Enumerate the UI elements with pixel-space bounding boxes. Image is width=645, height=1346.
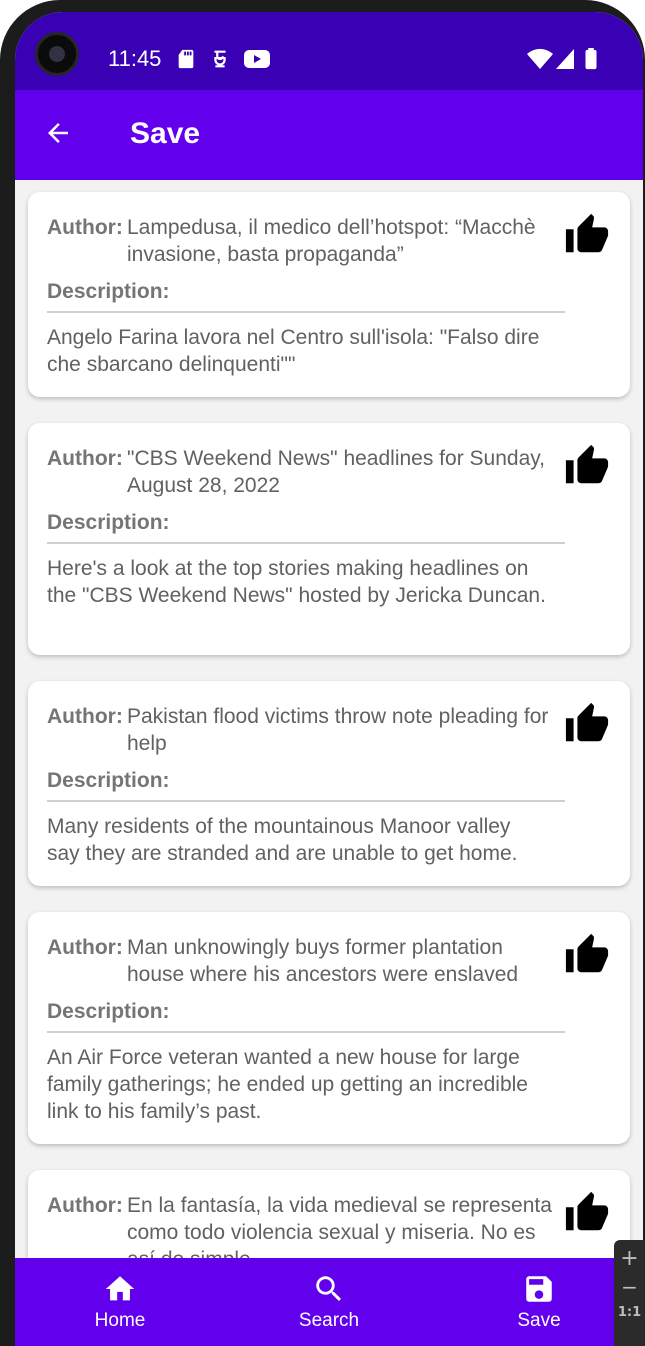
author-value: Pakistan flood victims throw note pleadi…	[127, 705, 549, 755]
author-label: Author:	[47, 447, 123, 470]
author-label: Author:	[47, 936, 123, 959]
wifi-icon	[527, 48, 553, 69]
author-row: Author: En la fantasía, la vida medieval…	[47, 1192, 565, 1260]
arrow-back-icon[interactable]	[43, 118, 73, 148]
description-label: Description:	[47, 280, 170, 303]
description-value: An Air Force veteran wanted a new house …	[47, 1046, 528, 1123]
author-value: Lampedusa, il medico dell’hotspot: “Macc…	[127, 216, 536, 266]
camera-cutout	[35, 32, 79, 76]
article-content: Author: En la fantasía, la vida medieval…	[47, 1192, 565, 1260]
search-icon	[316, 1276, 342, 1302]
zoom-ratio-label[interactable]: 1:1	[614, 1305, 645, 1320]
thumb-up-icon[interactable]	[562, 701, 612, 747]
nav-item-home[interactable]: Home	[55, 1272, 185, 1332]
article-content: Author: Man unknowingly buys former plan…	[47, 934, 565, 1125]
zoom-in-button[interactable]: +	[614, 1246, 645, 1271]
page-title: Save	[130, 117, 201, 150]
nav-label-save: Save	[517, 1310, 561, 1331]
youtube-icon	[244, 50, 270, 68]
zoom-control[interactable]: + − 1:1	[614, 1240, 645, 1346]
author-row: Author: Lampedusa, il medico dell’hotspo…	[47, 214, 565, 268]
article-content: Author: Pakistan flood victims throw not…	[47, 703, 565, 867]
description-value: Here's a look at the top stories making …	[47, 557, 546, 607]
description-label: Description:	[47, 1000, 170, 1023]
home-icon	[105, 1276, 135, 1301]
thumb-up-icon[interactable]	[562, 443, 612, 489]
article-card[interactable]: Author: Lampedusa, il medico dell’hotspo…	[28, 192, 630, 397]
article-card[interactable]: Author: Pakistan flood victims throw not…	[28, 681, 630, 886]
battery-icon	[585, 48, 597, 70]
signal-icon	[556, 49, 574, 69]
thumb-up-icon[interactable]	[562, 212, 612, 258]
author-value: Man unknowingly buys former plantation h…	[127, 936, 519, 986]
app-bar: Save	[15, 90, 643, 180]
divider	[47, 800, 565, 802]
status-time: 11:45	[108, 46, 162, 71]
device-frame: 11:45 Save Author: Lampedusa, il medico …	[0, 0, 645, 1346]
description-label: Description:	[47, 511, 170, 534]
author-value: En la fantasía, la vida medieval se repr…	[127, 1194, 552, 1260]
nav-label-home: Home	[94, 1310, 146, 1331]
debug-icon	[214, 50, 226, 68]
author-label: Author:	[47, 705, 123, 728]
save-icon	[526, 1276, 552, 1302]
phone-screen: 11:45 Save Author: Lampedusa, il medico …	[15, 12, 643, 1346]
article-card[interactable]: Author: Man unknowingly buys former plan…	[28, 912, 630, 1144]
bottom-navigation: Home Search Save	[15, 1258, 643, 1346]
description-label: Description:	[47, 769, 170, 792]
description-value: Angelo Farina lavora nel Centro sull'iso…	[47, 326, 540, 376]
sd-card-icon	[178, 49, 194, 69]
nav-item-search[interactable]: Search	[264, 1272, 394, 1332]
zoom-out-button[interactable]: −	[614, 1275, 645, 1299]
divider	[47, 1031, 565, 1033]
saved-articles-list[interactable]: Author: Lampedusa, il medico dell’hotspo…	[15, 180, 643, 1260]
nav-item-save[interactable]: Save	[474, 1272, 604, 1332]
article-content: Author: "CBS Weekend News" headlines for…	[47, 445, 565, 609]
article-content: Author: Lampedusa, il medico dell’hotspo…	[47, 214, 565, 378]
author-label: Author:	[47, 216, 123, 239]
description-value: Many residents of the mountainous Manoor…	[47, 815, 518, 865]
author-row: Author: Pakistan flood victims throw not…	[47, 703, 565, 757]
nav-label-search: Search	[298, 1310, 360, 1331]
divider	[47, 311, 565, 313]
thumb-up-icon[interactable]	[562, 932, 612, 978]
article-card[interactable]: Author: En la fantasía, la vida medieval…	[28, 1170, 630, 1260]
author-row: Author: "CBS Weekend News" headlines for…	[47, 445, 565, 499]
thumb-up-icon[interactable]	[562, 1190, 612, 1236]
status-bar: 11:45	[15, 12, 643, 90]
article-card[interactable]: Author: "CBS Weekend News" headlines for…	[28, 423, 630, 655]
author-row: Author: Man unknowingly buys former plan…	[47, 934, 565, 988]
author-label: Author:	[47, 1194, 123, 1217]
author-value: "CBS Weekend News" headlines for Sunday,…	[127, 447, 546, 497]
divider	[47, 542, 565, 544]
